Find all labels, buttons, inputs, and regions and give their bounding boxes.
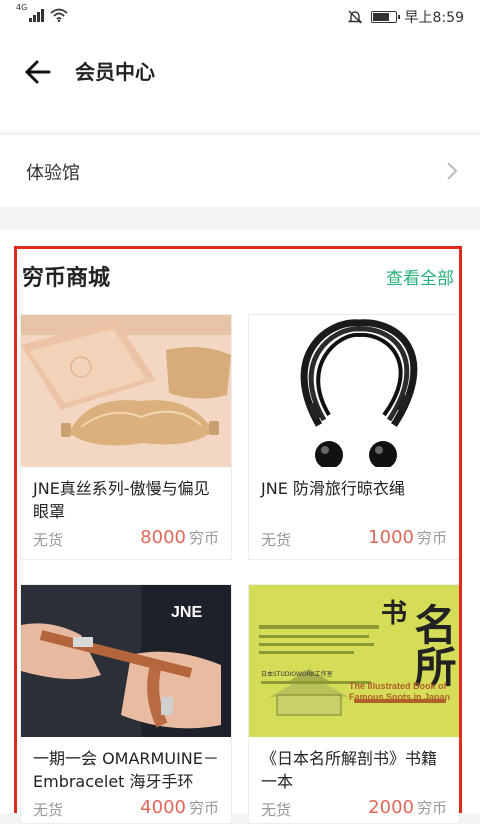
product-name: JNE 防滑旅行晾衣绳 <box>261 479 405 498</box>
shop-title: 穷币商城 <box>22 266 111 291</box>
product-image-bracelet: JNE <box>21 585 231 737</box>
clock: 早上8:59 <box>404 10 464 26</box>
product-name: JNE真丝系列-傲慢与偏见眼罩 <box>33 479 210 521</box>
svg-text:JNE: JNE <box>171 604 202 621</box>
product-price: 8000 穷币 <box>140 527 219 548</box>
status-right: 早上8:59 <box>347 7 464 27</box>
back-arrow-icon[interactable] <box>20 54 56 90</box>
experience-label: 体验馆 <box>26 163 80 184</box>
product-image-clothesline <box>249 315 459 467</box>
price-unit: 穷币 <box>416 529 447 547</box>
product-card[interactable]: JNE 防滑旅行晾衣绳 无货 1000 穷币 <box>248 314 460 560</box>
product-card[interactable]: JNE 一期一会 OMARMUINE－Embracelet 海牙手环 无货 40… <box>20 584 232 824</box>
book-title-partial: 书 <box>381 599 408 629</box>
product-card[interactable]: 名所 书 日本STUDIOWORK工作室 The Illustrated Boo… <box>248 584 460 824</box>
network-type: 4G <box>16 3 28 12</box>
price-value: 4000 <box>140 797 186 818</box>
price-unit: 穷币 <box>188 799 219 817</box>
product-image-book: 名所 书 日本STUDIOWORK工作室 The Illustrated Boo… <box>249 585 459 737</box>
chevron-right-icon <box>447 162 458 180</box>
book-publisher: 日本STUDIOWORK工作室 <box>261 671 333 678</box>
page-title: 会员中心 <box>75 60 155 84</box>
stock-status: 无货 <box>33 801 64 819</box>
stock-status: 无货 <box>261 531 292 549</box>
view-all-link[interactable]: 查看全部 <box>386 264 454 289</box>
experience-row[interactable]: 体验馆 <box>0 134 480 207</box>
stock-status: 无货 <box>33 531 64 549</box>
stock-status: 无货 <box>261 801 292 819</box>
price-unit: 穷币 <box>188 529 219 547</box>
book-english-title: The Illustrated Book of Famous Spots in … <box>349 681 451 702</box>
wifi-icon <box>50 8 68 22</box>
status-bar: 4G 早上8:59 <box>0 0 480 34</box>
signal-icon <box>29 8 45 22</box>
mute-bell-icon <box>347 10 362 24</box>
product-price: 4000 穷币 <box>140 797 219 818</box>
product-name: 一期一会 OMARMUINE－Embracelet 海牙手环 <box>33 749 219 791</box>
product-price: 1000 穷币 <box>368 527 447 548</box>
battery-icon <box>370 11 400 23</box>
product-name: 《日本名所解剖书》书籍一本 <box>261 749 438 791</box>
status-left: 4G <box>16 3 68 22</box>
book-title-chars: 名所 <box>408 603 457 687</box>
app-header: 会员中心 <box>0 34 480 132</box>
price-unit: 穷币 <box>416 799 447 817</box>
price-value: 1000 <box>368 527 414 548</box>
product-price: 2000 穷币 <box>368 797 447 818</box>
product-image-eye-mask <box>21 315 231 467</box>
price-value: 8000 <box>140 527 186 548</box>
product-card[interactable]: JNE真丝系列-傲慢与偏见眼罩 无货 8000 穷币 <box>20 314 232 560</box>
price-value: 2000 <box>368 797 414 818</box>
